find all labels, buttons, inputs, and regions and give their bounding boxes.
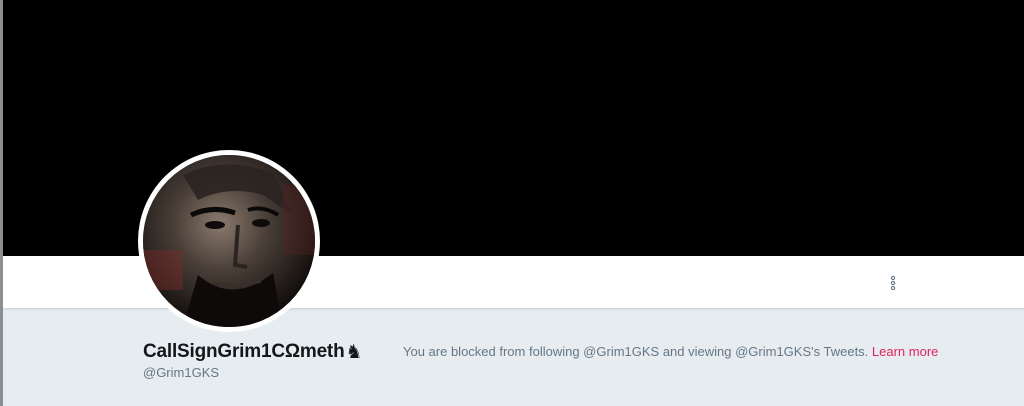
blocked-notice-text: You are blocked from following @Grim1GKS…	[403, 344, 872, 359]
profile-page: CallSignGrim1CΩmeth ♞ @Grim1GKS You are …	[0, 0, 1024, 406]
chess-knight-icon: ♞	[345, 341, 363, 363]
display-name-text: CallSignGrim1CΩmeth	[143, 341, 345, 362]
window-edge	[0, 0, 3, 406]
blocked-notice: You are blocked from following @Grim1GKS…	[403, 344, 938, 359]
more-options-button[interactable]	[882, 272, 904, 294]
avatar[interactable]	[138, 150, 320, 332]
vertical-ellipsis-icon	[890, 275, 896, 291]
profile-display-name[interactable]: CallSignGrim1CΩmeth ♞	[143, 341, 363, 363]
learn-more-link[interactable]: Learn more	[872, 344, 938, 359]
avatar-image	[143, 155, 315, 327]
profile-handle: @Grim1GKS	[143, 365, 220, 380]
